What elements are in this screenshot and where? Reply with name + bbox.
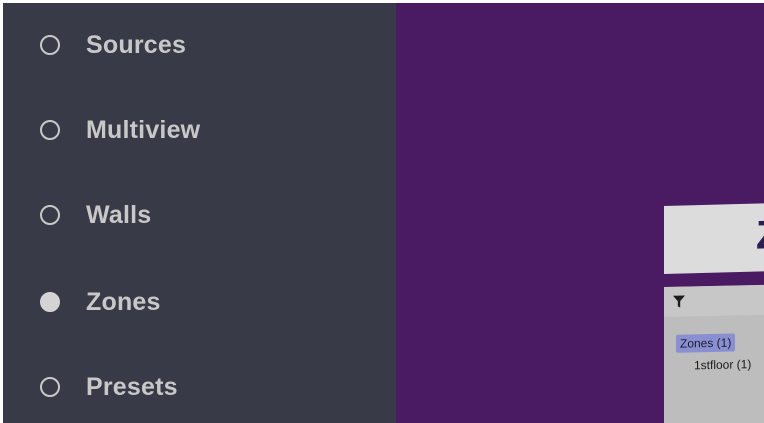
sidebar-item-label: Sources xyxy=(86,30,187,59)
filter-icon[interactable] xyxy=(673,295,685,309)
sidebar-item-zones[interactable]: Zones xyxy=(40,285,161,319)
zones-tree-panel: Zones (1) 1stfloor (1) xyxy=(664,284,764,423)
zone-title-card: Z xyxy=(664,203,764,274)
sidebar-item-label: Zones xyxy=(86,287,161,316)
sidebar-item-label: Multiview xyxy=(86,115,201,144)
tree-node-zones[interactable]: Zones (1) xyxy=(676,333,736,353)
filter-bar xyxy=(664,284,764,317)
page-title: Z xyxy=(756,212,764,258)
app-window: Sources Multiview Walls Zones Presets Z xyxy=(3,3,764,423)
tree-node-1stfloor[interactable]: 1stfloor (1) xyxy=(694,357,751,372)
radio-unchecked-icon[interactable] xyxy=(40,120,60,140)
sidebar-item-sources[interactable]: Sources xyxy=(40,28,186,62)
radio-unchecked-icon[interactable] xyxy=(40,205,60,225)
sidebar-item-label: Presets xyxy=(86,372,178,401)
sidebar-item-walls[interactable]: Walls xyxy=(40,198,151,232)
sidebar-item-multiview[interactable]: Multiview xyxy=(40,113,200,147)
main-content: Z Zones (1) 1stfloor (1) xyxy=(396,3,764,423)
radio-checked-icon[interactable] xyxy=(40,292,60,312)
radio-unchecked-icon[interactable] xyxy=(40,35,60,55)
radio-unchecked-icon[interactable] xyxy=(40,377,60,397)
sidebar-item-label: Walls xyxy=(86,200,152,229)
sidebar-item-presets[interactable]: Presets xyxy=(40,370,178,404)
sidebar-nav: Sources Multiview Walls Zones Presets xyxy=(3,3,396,423)
